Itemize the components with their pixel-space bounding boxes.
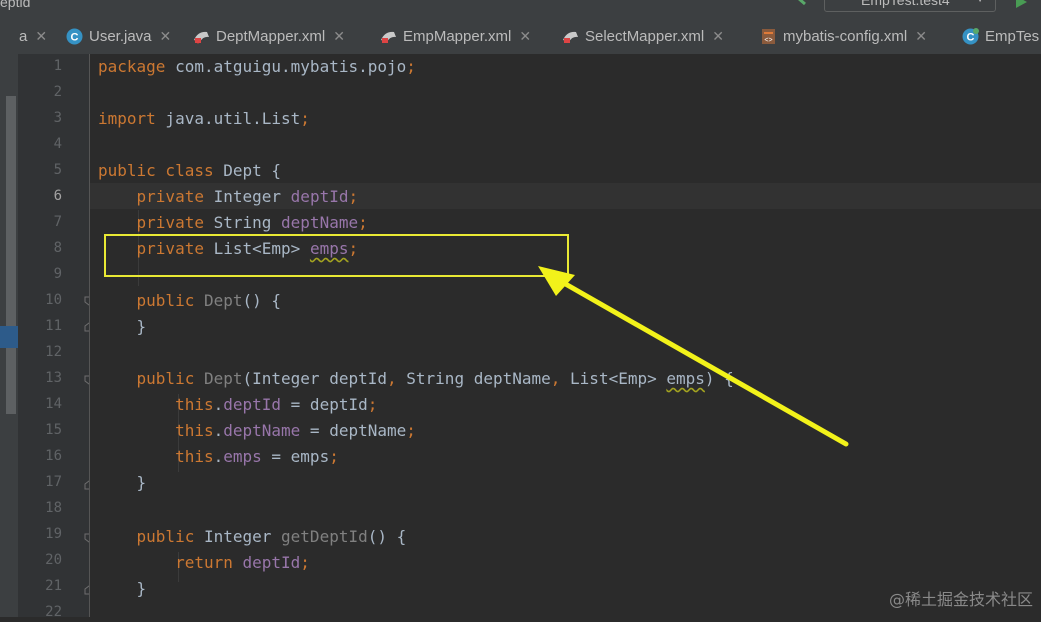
editor-tab-bar: a ✕ C User.java ✕ DeptMapper.xml ✕ EmpMapper… [0,17,1041,55]
code-line-19: public Integer getDeptId() { [136,527,407,546]
tab-label: EmpTes [985,27,1040,45]
line-number: 10 [45,292,62,308]
watermark: @稀土掘金技术社区 [888,590,1033,609]
line-number: 5 [53,162,62,178]
tab-label: EmpMapper.xml [403,27,512,45]
xml-config-icon: <> [762,28,775,44]
code-line-13: public Dept(Integer deptId, String deptN… [136,369,734,388]
code-line-20: return deptId; [175,553,310,572]
chevron-down-icon: ▼ [975,0,985,11]
line-number: 11 [45,318,62,334]
tab-label: mybatis-config.xml [783,27,908,45]
navigation-bar: eptid EmpTest.test4 ▼ [0,0,1041,17]
close-icon[interactable]: ✕ [519,18,531,54]
tab-user-java[interactable]: C User.java ✕ [66,17,171,54]
line-number: 8 [53,240,62,256]
run-configuration-select[interactable]: EmpTest.test4 ▼ [824,0,996,12]
mybatis-xml-icon [194,31,209,44]
code-line-10: public Dept() { [136,291,282,310]
line-number: 16 [45,448,62,464]
run-icon[interactable] [1013,0,1029,10]
close-icon[interactable]: ✕ [333,18,345,54]
project-scroll-strip[interactable] [0,54,18,617]
line-number: 7 [53,214,62,230]
tab-selectmapper-xml[interactable]: SelectMapper.xml ✕ [562,17,724,54]
close-icon[interactable]: ✕ [712,18,724,54]
code-line-7: private String deptName; [136,213,368,232]
line-number: 17 [45,474,62,490]
close-icon[interactable]: ✕ [915,18,927,54]
line-number: 20 [45,552,62,568]
code-editor[interactable]: package com.atguigu.mybatis.pojo; import… [90,54,1041,617]
scrollbar-thumb[interactable] [6,96,16,414]
breadcrumb[interactable]: eptid [0,0,30,10]
tab-emptest-partial[interactable]: C EmpTes [962,17,1039,54]
tab-empmapper-xml[interactable]: EmpMapper.xml ✕ [380,17,531,54]
line-number-active: 6 [53,188,62,204]
code-line-16: this.emps = emps; [175,447,339,466]
tab-mybatis-config-xml[interactable]: <> mybatis-config.xml ✕ [760,17,927,54]
mybatis-xml-icon [381,31,396,43]
annotation-highlight-box [104,234,569,277]
code-line-3: import java.util.List; [98,109,310,128]
code-line-6: private Integer deptId; [136,187,359,206]
close-icon[interactable]: ✕ [35,18,47,54]
mybatis-xml-icon [563,31,578,43]
tab-java-partial[interactable]: a ✕ [19,17,47,54]
svg-text:C: C [71,31,79,43]
code-line-15: this.deptName = deptName; [175,421,416,440]
tab-label: DeptMapper.xml [216,27,326,45]
code-line-14: this.deptId = deptId; [175,395,378,414]
svg-text:C: C [967,31,975,43]
line-number: 22 [45,604,62,620]
tab-label: User.java [89,27,152,45]
line-number-gutter[interactable]: 1 2 3 4 5 6 7 8 9 10 11 12 13 14 15 16 1… [18,54,94,620]
line-number: 18 [45,500,62,516]
test-class-icon: C [962,27,979,45]
line-number: 14 [45,396,62,412]
line-number: 2 [53,84,62,100]
close-icon[interactable]: ✕ [160,18,172,54]
code-line-11: } [136,317,147,336]
class-icon: C [66,28,83,45]
code-line-5: public class Dept { [98,161,282,180]
run-configuration-label: EmpTest.test4 [861,0,950,8]
line-number: 13 [45,370,62,386]
line-number: 12 [45,344,62,360]
line-number: 15 [45,422,62,438]
arrow-left-icon[interactable] [793,0,809,10]
line-number: 9 [53,266,62,282]
code-line-17: } [136,473,147,492]
line-number: 1 [53,58,62,74]
line-number: 21 [45,578,62,594]
svg-text:<>: <> [764,37,772,44]
line-number: 4 [53,136,62,152]
code-line-1: package com.atguigu.mybatis.pojo; [98,57,416,76]
code-line-21: } [136,579,147,598]
line-number: 3 [53,110,62,126]
tab-deptmapper-xml[interactable]: DeptMapper.xml ✕ [193,17,345,54]
selection-marker [0,326,18,348]
tab-label: SelectMapper.xml [585,27,705,45]
tab-label: a [19,27,28,45]
line-number: 19 [45,526,62,542]
